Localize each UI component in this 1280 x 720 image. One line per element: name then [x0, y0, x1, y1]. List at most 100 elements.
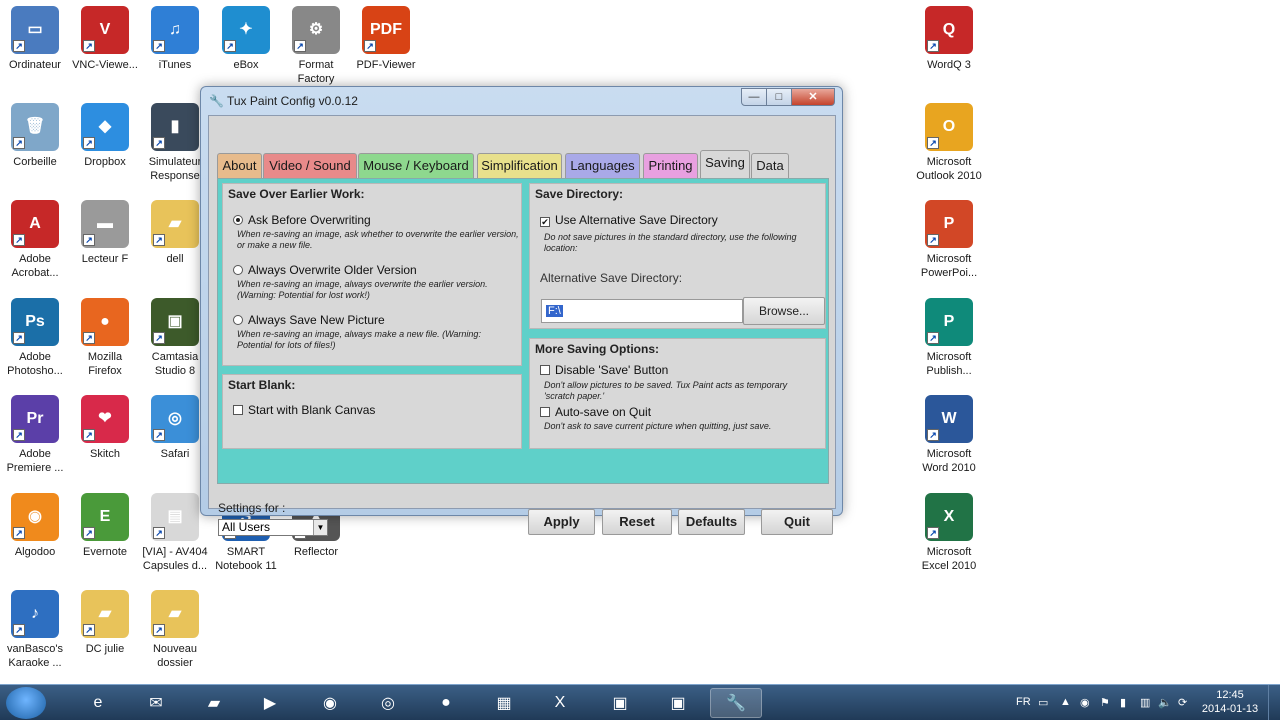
desktop-shortcut[interactable]: O ↗ Microsoft Outlook 2010: [914, 103, 984, 183]
maximize-button[interactable]: □: [766, 88, 792, 106]
title-bar[interactable]: 🔧 Tux Paint Config v0.0.12 — □ ✕: [201, 87, 842, 115]
desktop-shortcut[interactable]: ♫ ↗ iTunes: [140, 6, 210, 72]
chrome-icon[interactable]: ◉: [304, 688, 356, 718]
shortcut-arrow-icon: ↗: [13, 527, 25, 539]
tab-simplification[interactable]: Simplification: [477, 153, 562, 179]
tab-printing[interactable]: Printing: [643, 153, 698, 179]
tab-languages[interactable]: Languages: [565, 153, 640, 179]
reset-button[interactable]: Reset: [602, 509, 672, 535]
camtasia-taskbar-icon[interactable]: ▣: [594, 688, 646, 718]
checkbox[interactable]: [540, 365, 550, 375]
excel-taskbar-icon[interactable]: X: [534, 688, 586, 718]
shortcut-arrow-icon: ↗: [13, 332, 25, 344]
desktop-shortcut-label: Lecteur F: [81, 253, 129, 265]
desktop-shortcut[interactable]: Ps ↗ Adobe Photosho...: [0, 298, 70, 378]
desktop-shortcut[interactable]: ◆ ↗ Dropbox: [70, 103, 140, 169]
tux-paint-config-taskbar-icon[interactable]: 🔧: [710, 688, 762, 718]
tray-flag-icon[interactable]: ⚑: [1100, 696, 1110, 709]
outlook-taskbar-icon[interactable]: ✉: [130, 688, 182, 718]
ask-before-overwriting-radio[interactable]: Ask Before Overwriting: [233, 213, 371, 227]
settings-for-select[interactable]: All Users ▼: [218, 519, 328, 536]
tray-app-icon[interactable]: ◉: [1080, 696, 1090, 709]
always-save-new-radio[interactable]: Always Save New Picture: [233, 313, 385, 327]
desktop-shortcut[interactable]: ▰ ↗ Nouveau dossier: [140, 590, 210, 670]
desktop-shortcut[interactable]: ▰ ↗ DC julie: [70, 590, 140, 656]
desktop-shortcut[interactable]: V ↗ VNC-Viewe...: [70, 6, 140, 72]
checkbox[interactable]: ✔: [540, 217, 550, 227]
language-indicator[interactable]: FR: [1016, 696, 1031, 708]
start-button[interactable]: [6, 687, 46, 719]
volume-icon[interactable]: 🔈: [1158, 696, 1172, 709]
defaults-button[interactable]: Defaults: [678, 509, 745, 535]
browse-button[interactable]: Browse...: [743, 297, 825, 325]
internet-explorer-icon[interactable]: e: [72, 688, 124, 718]
desktop-shortcut[interactable]: ♪ ↗ vanBasco's Karaoke ...: [0, 590, 70, 670]
checkbox[interactable]: [233, 405, 243, 415]
tab-data[interactable]: Data: [751, 153, 789, 179]
chevron-down-icon[interactable]: ▼: [313, 520, 327, 535]
vanbasco-icon: ♪ ↗: [11, 590, 59, 638]
clock[interactable]: 12:45 2014-01-13: [1200, 688, 1260, 716]
pdf-file-icon: ▤ ↗: [151, 493, 199, 541]
apps-grid-icon[interactable]: ▦: [478, 688, 530, 718]
recycle-bin-icon: 🗑 ↗: [11, 103, 59, 151]
start-blank-group: Start Blank: Start with Blank Canvas: [222, 374, 522, 449]
tab-saving[interactable]: Saving: [700, 150, 750, 179]
desktop-shortcut[interactable]: Pr ↗ Adobe Premiere ...: [0, 395, 70, 475]
desktop-shortcut[interactable]: P ↗ Microsoft Publish...: [914, 298, 984, 378]
shortcut-arrow-icon: ↗: [83, 429, 95, 441]
acrobat-icon: A ↗: [11, 200, 59, 248]
desktop-shortcut[interactable]: P ↗ Microsoft PowerPoi...: [914, 200, 984, 280]
desktop-shortcut-label: VNC-Viewe...: [72, 59, 138, 71]
tab-video-sound[interactable]: Video / Sound: [263, 153, 357, 179]
shortcut-arrow-icon: ↗: [83, 332, 95, 344]
tab-about[interactable]: About: [217, 153, 262, 179]
apply-button[interactable]: Apply: [528, 509, 595, 535]
power-icon[interactable]: ▮: [1120, 696, 1126, 709]
disable-save-checkbox[interactable]: Disable 'Save' Button: [540, 363, 668, 377]
minimize-button[interactable]: —: [741, 88, 767, 106]
desktop-shortcut[interactable]: ⚙ ↗ Format Factory: [281, 6, 351, 86]
safari-taskbar-icon[interactable]: ◎: [362, 688, 414, 718]
autosave-checkbox[interactable]: Auto-save on Quit: [540, 405, 651, 419]
shortcut-arrow-icon: ↗: [927, 332, 939, 344]
use-alt-dir-checkbox[interactable]: ✔ Use Alternative Save Directory: [540, 213, 718, 227]
desktop-shortcut[interactable]: W ↗ Microsoft Word 2010: [914, 395, 984, 475]
close-button[interactable]: ✕: [791, 88, 835, 106]
desktop-shortcut[interactable]: A ↗ Adobe Acrobat...: [0, 200, 70, 280]
desktop-shortcut[interactable]: ▭ ↗ Ordinateur: [0, 6, 70, 72]
radio-button[interactable]: [233, 265, 243, 275]
tab-mouse-keyboard[interactable]: Mouse / Keyboard: [358, 153, 474, 179]
radio-button[interactable]: [233, 315, 243, 325]
radio-button[interactable]: [233, 215, 243, 225]
shortcut-arrow-icon: ↗: [153, 332, 165, 344]
desktop-shortcut[interactable]: ● ↗ Mozilla Firefox: [70, 298, 140, 378]
shortcut-arrow-icon: ↗: [13, 624, 25, 636]
desktop-shortcut[interactable]: 🗑 ↗ Corbeille: [0, 103, 70, 169]
firefox-taskbar-icon[interactable]: ●: [420, 688, 472, 718]
network-icon[interactable]: ▥: [1140, 696, 1150, 709]
checkbox[interactable]: [540, 407, 550, 417]
update-icon[interactable]: ⟳: [1178, 696, 1187, 709]
start-blank-checkbox[interactable]: Start with Blank Canvas: [233, 403, 375, 417]
quit-button[interactable]: Quit: [761, 509, 833, 535]
desktop-shortcut[interactable]: ◉ ↗ Algodoo: [0, 493, 70, 559]
desktop-shortcut-label: Microsoft Excel 2010: [921, 546, 977, 572]
shortcut-arrow-icon: ↗: [927, 40, 939, 52]
desktop-shortcut[interactable]: PDF ↗ PDF-Viewer: [351, 6, 421, 72]
show-hidden-icons[interactable]: ▲: [1060, 696, 1071, 708]
desktop-shortcut[interactable]: Q ↗ WordQ 3: [914, 6, 984, 72]
alt-dir-input[interactable]: F:\: [541, 299, 743, 323]
desktop-shortcut[interactable]: ▬ ↗ Lecteur F: [70, 200, 140, 266]
explorer-taskbar-icon[interactable]: ▰: [188, 688, 240, 718]
keyboard-icon[interactable]: ▭: [1038, 696, 1048, 709]
recorder-taskbar-icon[interactable]: ▣: [652, 688, 704, 718]
desktop-shortcut[interactable]: E ↗ Evernote: [70, 493, 140, 559]
desktop-shortcut[interactable]: ❤ ↗ Skitch: [70, 395, 140, 461]
desktop-shortcut-label: Ordinateur: [9, 59, 61, 71]
desktop-shortcut[interactable]: ✦ ↗ eBox: [211, 6, 281, 72]
desktop-shortcut[interactable]: X ↗ Microsoft Excel 2010: [914, 493, 984, 573]
always-overwrite-radio[interactable]: Always Overwrite Older Version: [233, 263, 417, 277]
media-player-icon[interactable]: ▶: [244, 688, 296, 718]
show-desktop-button[interactable]: [1268, 685, 1280, 720]
